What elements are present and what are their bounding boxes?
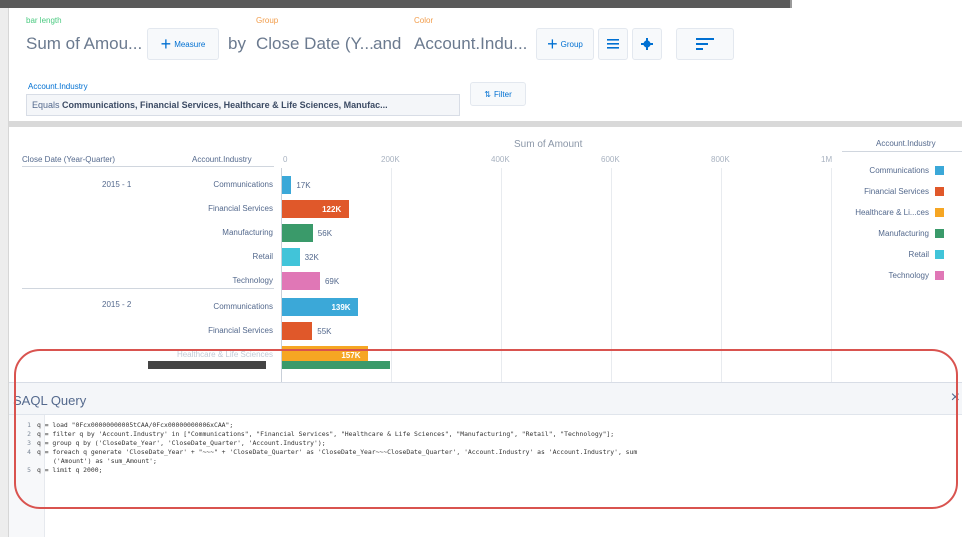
add-measure-label: Measure [174,39,206,49]
window-top-bar [0,0,962,10]
category-label: Financial Services [208,326,273,335]
add-group-button[interactable]: + Group [536,28,594,60]
legend-swatch [935,271,944,280]
data-label: 17K [296,181,311,190]
bar[interactable] [282,224,313,242]
legend-label: Retail [908,250,929,259]
filter-pill[interactable]: Equals Communications, Financial Service… [26,94,460,116]
quarter-label: 2015 - 1 [102,180,132,189]
filter-values: Communications, Financial Services, Heal… [62,100,388,110]
legend-swatch [935,229,944,238]
group-label: Group [256,16,279,25]
x-tick-label: 200K [381,155,400,164]
legend-item[interactable]: Technology [889,271,944,280]
left-edge-panel [0,8,9,537]
group-divider [22,288,274,289]
filter-icon: ⇅ [484,89,491,99]
x-tick-label: 400K [491,155,510,164]
data-label: 32K [304,253,319,262]
legend-title: Account.Industry [876,139,936,148]
legend-item[interactable]: Retail [909,250,944,259]
x-tick-label: 800K [711,155,730,164]
legend-label: Manufacturing [878,229,929,238]
legend-swatch [935,208,944,217]
legend-underline [842,151,962,152]
add-group-label: Group [560,39,583,49]
sort-button[interactable] [676,28,734,60]
row-header-quarter: Close Date (Year-Quarter) [22,155,116,164]
legend-swatch [935,166,944,175]
legend-item[interactable]: Financial Services [864,187,944,196]
data-label: 56K [317,229,333,238]
filter-field-label: Account.Industry [28,82,88,91]
bar-length-label: bar length [26,16,62,25]
category-label: Manufacturing [222,228,273,237]
row-header-industry: Account.Industry [192,155,252,164]
data-label: 139K [331,303,351,312]
top-dark-strip [0,0,790,8]
legend-label: Financial Services [864,187,929,196]
chart-title: Sum of Amount [514,139,583,150]
legend-swatch [935,250,944,259]
and-text: and [373,34,402,53]
by-text: by [228,34,246,53]
filter-button[interactable]: ⇅ Filter [470,82,526,106]
quarter-label: 2015 - 2 [102,300,132,309]
category-label: Technology [232,276,273,285]
color-label: Color [414,16,434,25]
data-label: 69K [324,277,340,286]
x-tick-label: 600K [601,155,620,164]
bar[interactable] [282,248,300,266]
category-label: Financial Services [208,204,273,213]
color-selector[interactable]: Account.Indu... [414,34,527,54]
measure-selector[interactable]: Sum of Amou... [26,34,142,54]
legend-item[interactable]: Manufacturing [878,229,944,238]
plus-icon: + [547,34,558,54]
bar[interactable] [282,322,313,340]
group-selector[interactable]: Close Date (Y... [256,34,374,54]
x-tick-label: 0 [283,155,288,164]
data-label: 122K [322,205,342,214]
gear-icon [641,38,653,50]
category-label: Retail [252,252,273,261]
x-tick-label: 1M [821,155,833,164]
list-view-button[interactable] [598,28,628,60]
list-icon [607,39,619,49]
add-measure-button[interactable]: + Measure [147,28,219,60]
filter-operator: Equals [32,100,60,110]
legend-swatch [935,187,944,196]
legend-label: Healthcare & Li...ces [855,208,929,217]
bar[interactable] [282,272,320,290]
legend-item[interactable]: Healthcare & Li...ces [855,208,944,217]
section-divider [9,121,962,127]
sort-icon [696,38,714,50]
legend-label: Technology [888,271,929,280]
header-underline [22,166,274,167]
highlight-annotation [14,349,958,509]
settings-button[interactable] [632,28,662,60]
legend-item[interactable]: Communications [869,166,944,175]
data-label: 55K [317,327,332,336]
plus-icon: + [160,34,172,54]
legend-label: Communications [869,166,929,175]
top-divider [790,0,792,8]
bar[interactable] [282,176,292,194]
filter-button-label: Filter [493,89,512,99]
